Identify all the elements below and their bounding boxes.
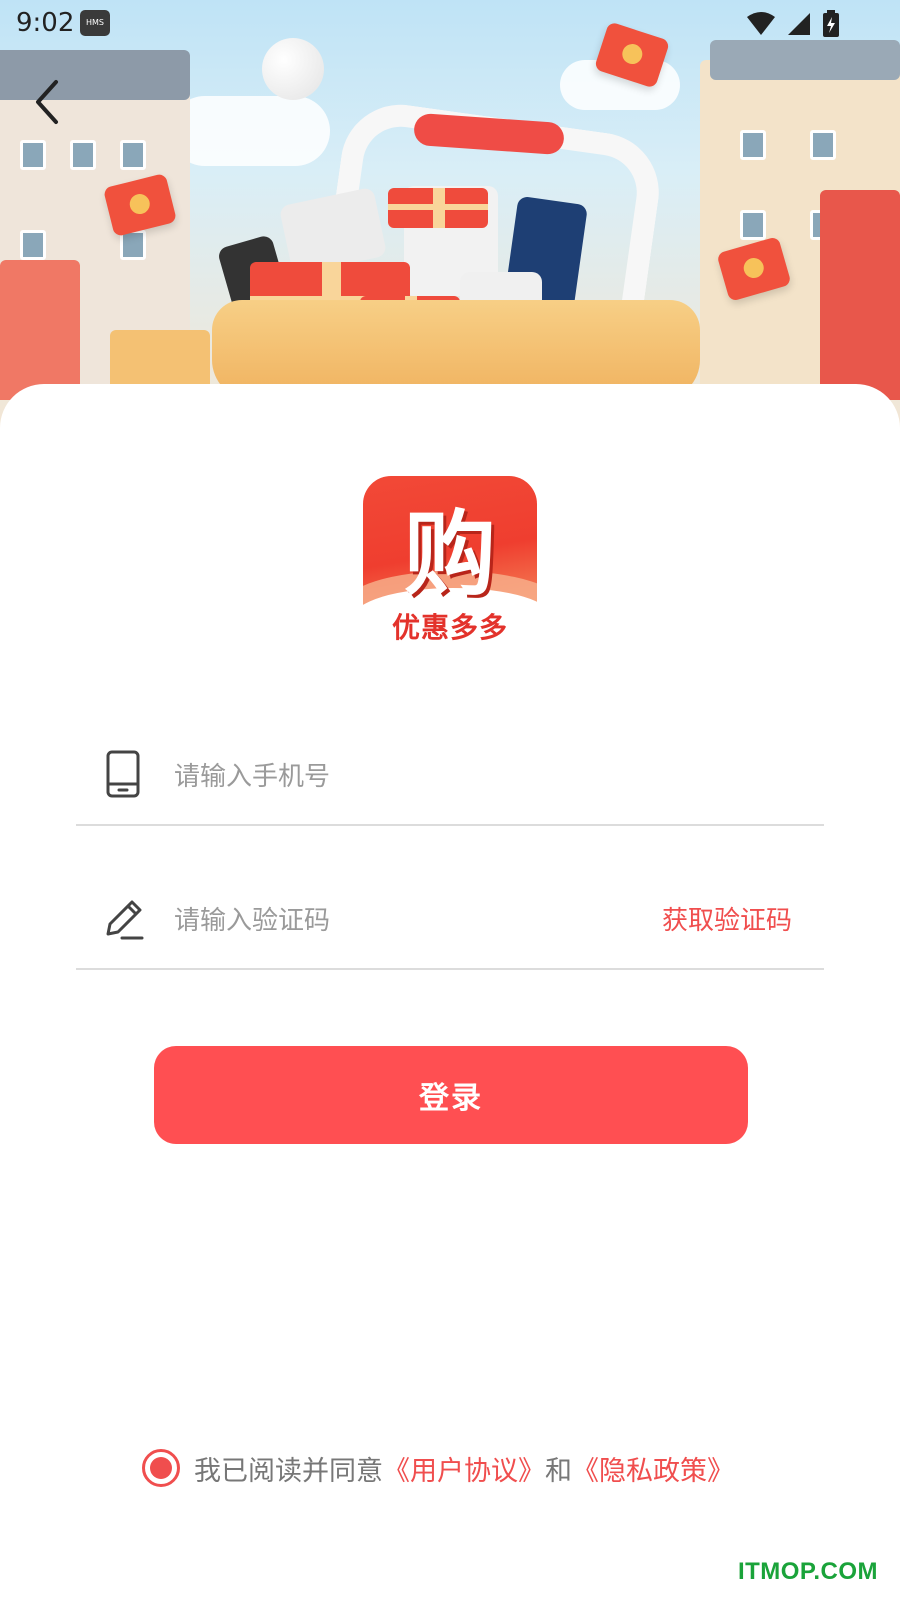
- code-input[interactable]: [174, 900, 614, 942]
- building-decoration: [820, 190, 900, 400]
- header-banner: [0, 0, 900, 430]
- logo-main-char: 购: [403, 501, 496, 608]
- back-button[interactable]: [28, 74, 68, 130]
- watermark: ITMOP.COM: [737, 1558, 878, 1585]
- status-time: 9:02: [16, 8, 75, 38]
- phone-field-row: [76, 730, 824, 826]
- login-card: 购 优惠多多 获取验证码 登录 我已阅读并同意 《用户协议》 和 《隐私政策》: [0, 384, 900, 1600]
- battery-charging-icon: [823, 10, 839, 37]
- agreement-conjunction: 和: [545, 1455, 572, 1487]
- gift-box-decoration: [388, 188, 488, 228]
- phone-input[interactable]: [174, 756, 614, 798]
- cloud-decoration: [170, 96, 330, 166]
- hms-badge-icon: HMS: [80, 10, 110, 36]
- user-agreement-link[interactable]: 《用户协议》: [383, 1449, 545, 1488]
- agreement-prefix: 我已阅读并同意: [194, 1455, 383, 1487]
- get-code-button[interactable]: 获取验证码: [662, 900, 792, 937]
- app-logo: 购 优惠多多: [363, 476, 537, 648]
- checkbox-checked-icon: [150, 1457, 172, 1479]
- logo-tagline: 优惠多多: [391, 611, 508, 644]
- wifi-icon: [747, 12, 775, 35]
- signal-icon: [788, 13, 810, 35]
- pencil-icon: [106, 900, 144, 940]
- status-bar: 9:02 HMS: [0, 0, 900, 48]
- chevron-left-icon: [36, 80, 58, 124]
- code-field-row: 获取验证码: [76, 874, 824, 970]
- building-decoration: [0, 260, 80, 400]
- status-icons: [746, 10, 840, 38]
- login-button[interactable]: 登录: [154, 1046, 748, 1144]
- agreement-row: 我已阅读并同意 《用户协议》 和 《隐私政策》: [142, 1446, 734, 1490]
- privacy-policy-link[interactable]: 《隐私政策》: [572, 1449, 734, 1488]
- phone-icon: [106, 750, 140, 798]
- agreement-checkbox[interactable]: [142, 1449, 180, 1487]
- logo-icon-box: 购: [363, 476, 537, 614]
